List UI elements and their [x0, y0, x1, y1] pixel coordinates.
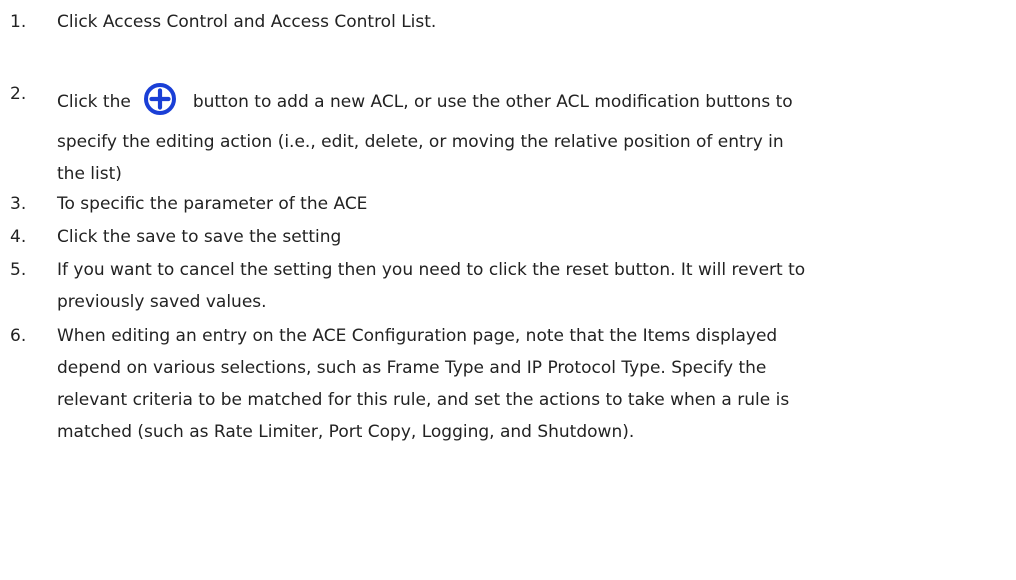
step-text-line-3: the list) — [57, 164, 122, 184]
step-text: To specific the parameter of the ACE — [57, 194, 368, 214]
step-text-line-4: matched (such as Rate Limiter, Port Copy… — [57, 422, 635, 442]
step-text-line-2: previously saved values. — [57, 292, 267, 312]
step-number: 1. — [10, 12, 27, 32]
step-number: 4. — [10, 227, 27, 247]
step-text: Click the save to save the setting — [57, 227, 342, 247]
add-circle-icon — [143, 82, 177, 116]
step-text-line-1: If you want to cancel the setting then y… — [57, 260, 806, 280]
step-text-after-icon: button to add a new ACL, or use the othe… — [192, 92, 793, 112]
step-text-before-icon: Click the — [57, 92, 131, 112]
step-text-line-2: specify the editing action (i.e., edit, … — [57, 132, 784, 152]
step-number: 2. — [10, 84, 27, 104]
step-text-line-3: relevant criteria to be matched for this… — [57, 390, 790, 410]
step-text-line-1: Click the button to add a new ACL, or use… — [57, 82, 793, 116]
step-text-line-2: depend on various selections, such as Fr… — [57, 358, 767, 378]
step-number: 6. — [10, 326, 27, 346]
step-text: Click Access Control and Access Control … — [57, 12, 437, 32]
document-page: 1. Click Access Control and Access Contr… — [0, 0, 1016, 580]
step-number: 5. — [10, 260, 27, 280]
add-circle-icon-graphic — [143, 83, 176, 115]
step-text-line-1: When editing an entry on the ACE Configu… — [57, 326, 778, 346]
step-number: 3. — [10, 194, 27, 214]
